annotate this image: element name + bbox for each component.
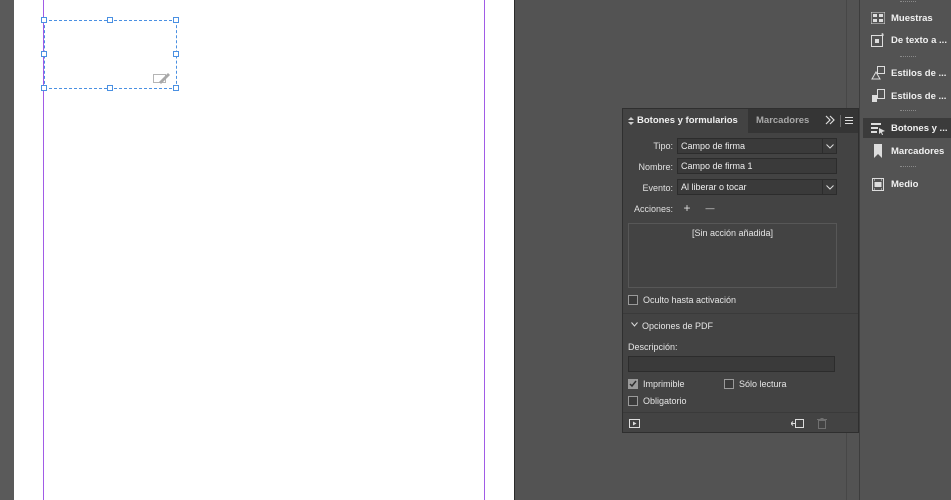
required-checkbox[interactable] <box>628 396 638 406</box>
type-label: Tipo: <box>653 141 673 151</box>
section-divider <box>623 412 858 413</box>
frame-handle-bottom-right[interactable] <box>173 85 179 91</box>
hidden-until-triggered-label: Oculto hasta activación <box>643 295 737 305</box>
name-input[interactable]: Campo de firma 1 <box>677 158 837 174</box>
tab-buttons-forms[interactable]: Botones y formularios <box>623 109 748 133</box>
dock-item-swatches[interactable]: Muestras <box>863 8 951 28</box>
checkmark-icon <box>629 380 637 388</box>
dock-item-buttons-forms[interactable]: Botones y ... <box>863 118 951 138</box>
tab-bar-divider <box>840 115 841 127</box>
frame-handle-top-left[interactable] <box>41 17 47 23</box>
paragraph-styles-icon <box>868 88 888 104</box>
chevron-down-icon <box>822 139 836 153</box>
name-label: Nombre: <box>638 162 673 172</box>
description-input[interactable] <box>628 356 835 372</box>
read-only-label: Sólo lectura <box>739 379 787 389</box>
bookmark-icon <box>868 143 888 159</box>
dock-item-label: Estilos de ... <box>891 67 947 79</box>
type-select[interactable]: Campo de firma <box>677 138 837 154</box>
right-margin-guide <box>484 0 485 500</box>
description-label: Descripción: <box>628 342 678 352</box>
tab-bookmarks[interactable]: Marcadores <box>749 109 819 133</box>
preview-icon[interactable] <box>629 419 640 428</box>
frame-handle-bottom-center[interactable] <box>107 85 113 91</box>
tab-label: Botones y formularios <box>637 115 738 126</box>
add-action-button[interactable]: + <box>681 201 693 215</box>
swatches-icon <box>868 10 888 26</box>
section-divider <box>623 313 858 314</box>
dock-item-object-styles[interactable]: Estilos de ... <box>863 63 951 83</box>
signature-field-icon <box>153 73 170 84</box>
convert-to-object-icon[interactable] <box>791 418 804 429</box>
pasteboard-left-strip <box>0 0 14 500</box>
printable-label: Imprimible <box>643 379 685 389</box>
frame-handle-middle-right[interactable] <box>173 51 179 57</box>
event-label: Evento: <box>642 183 673 193</box>
dock-item-label: Estilos de ... <box>891 90 947 102</box>
printable-checkbox[interactable] <box>628 379 638 389</box>
media-icon <box>868 176 888 192</box>
more-tabs-icon[interactable] <box>825 115 835 125</box>
event-select[interactable]: Al liberar o tocar <box>677 179 837 195</box>
panel-tab-bar: Botones y formularios Marcadores <box>623 109 858 133</box>
event-select-value: Al liberar o tocar <box>681 182 747 192</box>
pdf-options-label[interactable]: Opciones de PDF <box>642 321 713 331</box>
remove-action-button[interactable]: — <box>704 202 716 214</box>
frame-handle-middle-left[interactable] <box>41 51 47 57</box>
dock-item-label: De texto a ... <box>891 34 947 46</box>
actions-list[interactable]: [Sin acción añadida] <box>628 223 837 288</box>
buttons-forms-icon <box>868 120 888 136</box>
type-select-value: Campo de firma <box>681 141 746 151</box>
dock-grip[interactable] <box>900 110 916 113</box>
collapse-chevron-icon[interactable] <box>628 117 634 125</box>
dock-item-media[interactable]: Medio <box>863 174 951 194</box>
dock-grip[interactable] <box>900 1 916 4</box>
actions-label: Acciones: <box>633 204 673 214</box>
buttons-forms-panel: Botones y formularios Marcadores Tipo: C… <box>622 108 859 433</box>
read-only-checkbox[interactable] <box>724 379 734 389</box>
frame-handle-top-right[interactable] <box>173 17 179 23</box>
trash-icon <box>817 418 827 429</box>
dock-grip[interactable] <box>900 166 916 169</box>
hidden-until-triggered-checkbox[interactable] <box>628 295 638 305</box>
no-action-text: [Sin acción añadida] <box>691 228 774 238</box>
dock-item-text-wrap[interactable]: De texto a ... <box>863 30 951 50</box>
text-wrap-icon <box>868 32 888 48</box>
dock-item-label: Marcadores <box>891 145 945 157</box>
dock-grip[interactable] <box>900 56 916 59</box>
required-label: Obligatorio <box>643 396 687 406</box>
tab-label: Marcadores <box>756 115 810 126</box>
dock-item-paragraph-styles[interactable]: Estilos de ... <box>863 86 951 106</box>
panel-dock: Muestras De texto a ... Estilos de ... E… <box>859 0 951 500</box>
dock-item-bookmarks[interactable]: Marcadores <box>863 141 951 161</box>
frame-handle-top-center[interactable] <box>107 17 113 23</box>
panel-menu-icon[interactable] <box>845 117 853 124</box>
pdf-options-chevron-icon[interactable] <box>631 322 638 327</box>
object-styles-icon <box>868 65 888 81</box>
chevron-down-icon <box>822 180 836 194</box>
frame-handle-bottom-left[interactable] <box>41 85 47 91</box>
dock-item-label: Muestras <box>891 12 933 24</box>
dock-item-label: Medio <box>891 178 919 190</box>
dock-item-label: Botones y ... <box>891 122 948 134</box>
